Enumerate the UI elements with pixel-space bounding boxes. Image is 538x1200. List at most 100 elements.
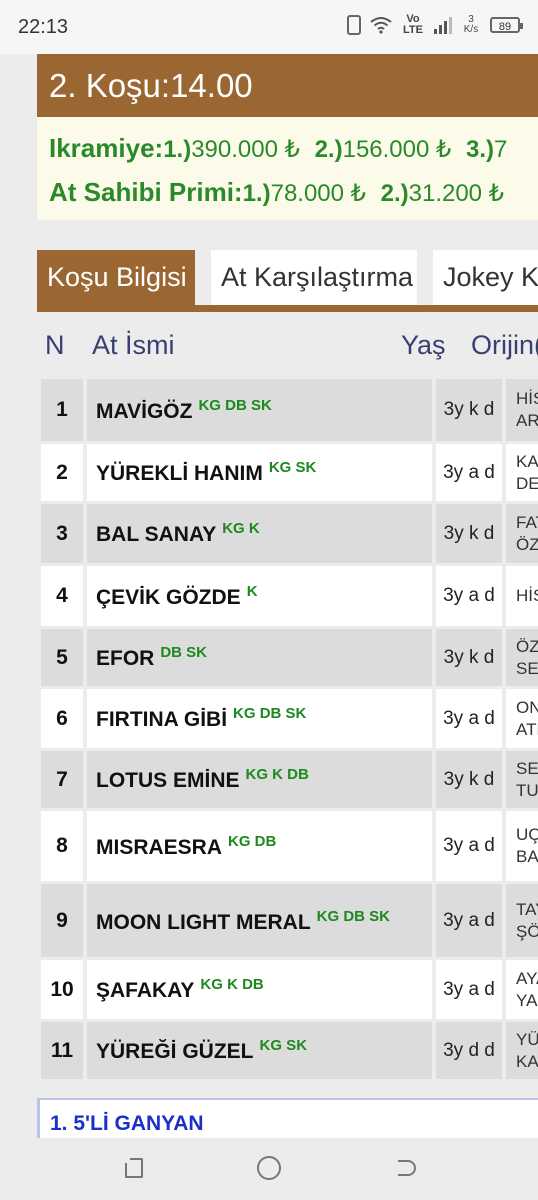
equipment-tags: DB SK <box>160 644 208 661</box>
prize-amount: 7 <box>493 136 508 163</box>
horse-origin: UÇANC BAYKA <box>506 811 538 881</box>
horse-origin: KAYAYUDEMİRE <box>506 444 538 501</box>
prize-rank: 3.) <box>465 136 494 163</box>
horse-origin: YÜREKIKAFKA <box>506 1022 538 1079</box>
horse-name[interactable]: ÇEVİK GÖZDE <box>96 586 241 609</box>
table-row[interactable]: 2 YÜREKLİ HANIM KG SK 3y a d KAYAYUDEMİRE <box>41 444 538 501</box>
origin-line: TURBO <box>516 780 538 800</box>
horse-origin: HİSARE ARASL <box>506 379 538 441</box>
prize-amount: 390.000 ₺ <box>191 136 300 163</box>
horse-name[interactable]: MISRAESRA <box>96 836 222 859</box>
horse-name[interactable]: LOTUS EMİNE <box>96 769 240 792</box>
tab-bar: Koşu Bilgisi At Karşılaştırma Jokey Ka <box>37 250 538 312</box>
col-header-n[interactable]: N <box>45 330 65 361</box>
horse-name-cell: FIRTINA GİBİ KG DB SK <box>87 689 432 748</box>
horse-name[interactable]: FIRTINA GİBİ <box>96 708 227 731</box>
origin-line: AYABA <box>516 968 538 988</box>
horse-age: 3y k d <box>436 379 502 441</box>
horse-name[interactable]: MOON LIGHT MERAL <box>96 911 311 934</box>
horse-age: 3y a d <box>436 960 502 1019</box>
equipment-tags: KG DB <box>228 832 277 850</box>
horse-origin: FATİH AÖZGÜN <box>506 504 538 563</box>
horse-name[interactable]: YÜREĞİ GÜZEL <box>96 1040 254 1063</box>
tab-horse-compare[interactable]: At Karşılaştırma <box>211 250 417 305</box>
table-row[interactable]: 8 MISRAESRA KG DB 3y a d UÇANC BAYKA <box>41 811 538 881</box>
volte-icon: Vo LTE <box>403 13 423 36</box>
horse-name[interactable]: BAL SANAY <box>96 523 216 546</box>
horse-number: 2 <box>41 444 83 501</box>
prize-rank: 2.) <box>380 180 409 207</box>
col-header-name[interactable]: At İsmi <box>92 330 175 361</box>
horse-number: 7 <box>41 751 83 808</box>
table-row[interactable]: 4 ÇEVİK GÖZDE K 3y a d HİSARE <box>41 566 538 626</box>
origin-line: ONURK <box>516 697 538 717</box>
horse-name-cell: ÇEVİK GÖZDE K <box>87 566 432 626</box>
table-row[interactable]: 6 FIRTINA GİBİ KG DB SK 3y a d ONURKATEŞT… <box>41 689 538 748</box>
table-row[interactable]: 7 LOTUS EMİNE KG K DB 3y k d SERDÜTURBO <box>41 751 538 808</box>
horse-number: 10 <box>41 960 83 1019</box>
origin-line: HİSARE <box>516 389 538 408</box>
origin-line: KAFKA <box>516 1051 538 1071</box>
origin-line: TAYKUT <box>516 899 538 919</box>
recents-icon[interactable] <box>116 1150 152 1186</box>
horse-origin: ÖZHABSELÇU <box>506 629 538 686</box>
horse-name[interactable]: ŞAFAKAY <box>96 979 194 1002</box>
horse-name-cell: EFOR DB SK <box>87 629 432 686</box>
horse-age: 3y k d <box>436 751 502 808</box>
origin-line: ATEŞTO <box>516 719 538 739</box>
horse-number: 1 <box>41 379 83 441</box>
horse-number: 8 <box>41 811 83 881</box>
prize-amount: 156.000 ₺ <box>342 136 452 163</box>
origin-line: ARASL <box>516 411 538 430</box>
horse-origin: TAYKUTŞÖVALY <box>506 884 538 957</box>
status-icons: Vo LTE 3 K/s 89 <box>347 13 523 36</box>
back-icon[interactable] <box>385 1150 421 1186</box>
tab-jockey[interactable]: Jokey Ka <box>433 250 538 305</box>
origin-line: YÜREKI <box>516 1029 538 1049</box>
origin-line: SELÇU <box>516 658 538 678</box>
horse-age: 3y a d <box>436 884 502 957</box>
horse-name-cell: YÜREĞİ GÜZEL KG SK <box>87 1022 432 1079</box>
horse-age: 3y a d <box>436 566 502 626</box>
prize-rank: 1.) <box>242 180 271 207</box>
system-nav-bar <box>0 1138 538 1200</box>
origin-line: BAYKA <box>516 847 538 866</box>
table-row[interactable]: 5 EFOR DB SK 3y k d ÖZHABSELÇU <box>41 629 538 686</box>
horse-origin: HİSARE <box>506 566 538 626</box>
clock: 22:13 <box>18 16 69 38</box>
horse-number: 4 <box>41 566 83 626</box>
prize-info: Ikramiye:1.)390.000 ₺ 2.)156.000 ₺ 3.)7 … <box>37 117 538 220</box>
equipment-tags: K <box>246 582 258 600</box>
col-header-origin[interactable]: Orijin( <box>471 330 538 361</box>
prize-amount: 78.000 ₺ <box>270 180 366 207</box>
table-row[interactable]: 10 ŞAFAKAY KG K DB 3y a d AYABAYAŞAR <box>41 960 538 1019</box>
tab-underline <box>37 305 538 312</box>
table-row[interactable]: 3 BAL SANAY KG K 3y k d FATİH AÖZGÜN <box>41 504 538 563</box>
owner-prize-label: At Sahibi Primi: <box>49 177 243 207</box>
equipment-tags: KG DB SK <box>233 705 307 722</box>
bet-section[interactable]: 1. 5'Lİ GANYAN <box>37 1098 538 1138</box>
prize-line: Ikramiye:1.)390.000 ₺ 2.)156.000 ₺ 3.)7 <box>49 133 507 164</box>
table-row[interactable]: 1 MAVİGÖZ KG DB SK 3y k d HİSARE ARASL <box>41 379 538 441</box>
table-row[interactable]: 11 YÜREĞİ GÜZEL KG SK 3y d d YÜREKIKAFKA <box>41 1022 538 1079</box>
horse-name-cell: MISRAESRA KG DB <box>87 811 432 881</box>
equipment-tags: KG K <box>222 520 260 537</box>
horse-name-cell: MAVİGÖZ KG DB SK <box>87 379 432 441</box>
home-icon[interactable] <box>251 1150 287 1186</box>
horse-name[interactable]: YÜREKLİ HANIM <box>96 462 263 485</box>
horse-age: 3y k d <box>436 504 502 563</box>
origin-line: KAYAYU <box>516 451 538 471</box>
horse-name[interactable]: MAVİGÖZ <box>96 400 192 423</box>
horse-name[interactable]: EFOR <box>96 647 154 670</box>
col-header-age[interactable]: Yaş <box>401 330 446 361</box>
owner-prize-line: At Sahibi Primi:1.)78.000 ₺ 2.)31.200 ₺ <box>49 177 504 208</box>
origin-line: FATİH A <box>516 512 538 532</box>
battery-icon: 89 <box>490 17 523 33</box>
tab-race-info[interactable]: Koşu Bilgisi <box>37 250 195 305</box>
horse-name-cell: BAL SANAY KG K <box>87 504 432 563</box>
status-bar: 22:13 Vo LTE 3 K/s 89 <box>0 0 538 54</box>
bet-type-label[interactable]: 1. 5'Lİ GANYAN <box>50 1112 204 1136</box>
table-row[interactable]: 9 MOON LIGHT MERAL KG DB SK 3y a d TAYKUT… <box>41 884 538 957</box>
signal-icon <box>434 16 452 34</box>
horse-origin: ONURKATEŞTO <box>506 689 538 748</box>
